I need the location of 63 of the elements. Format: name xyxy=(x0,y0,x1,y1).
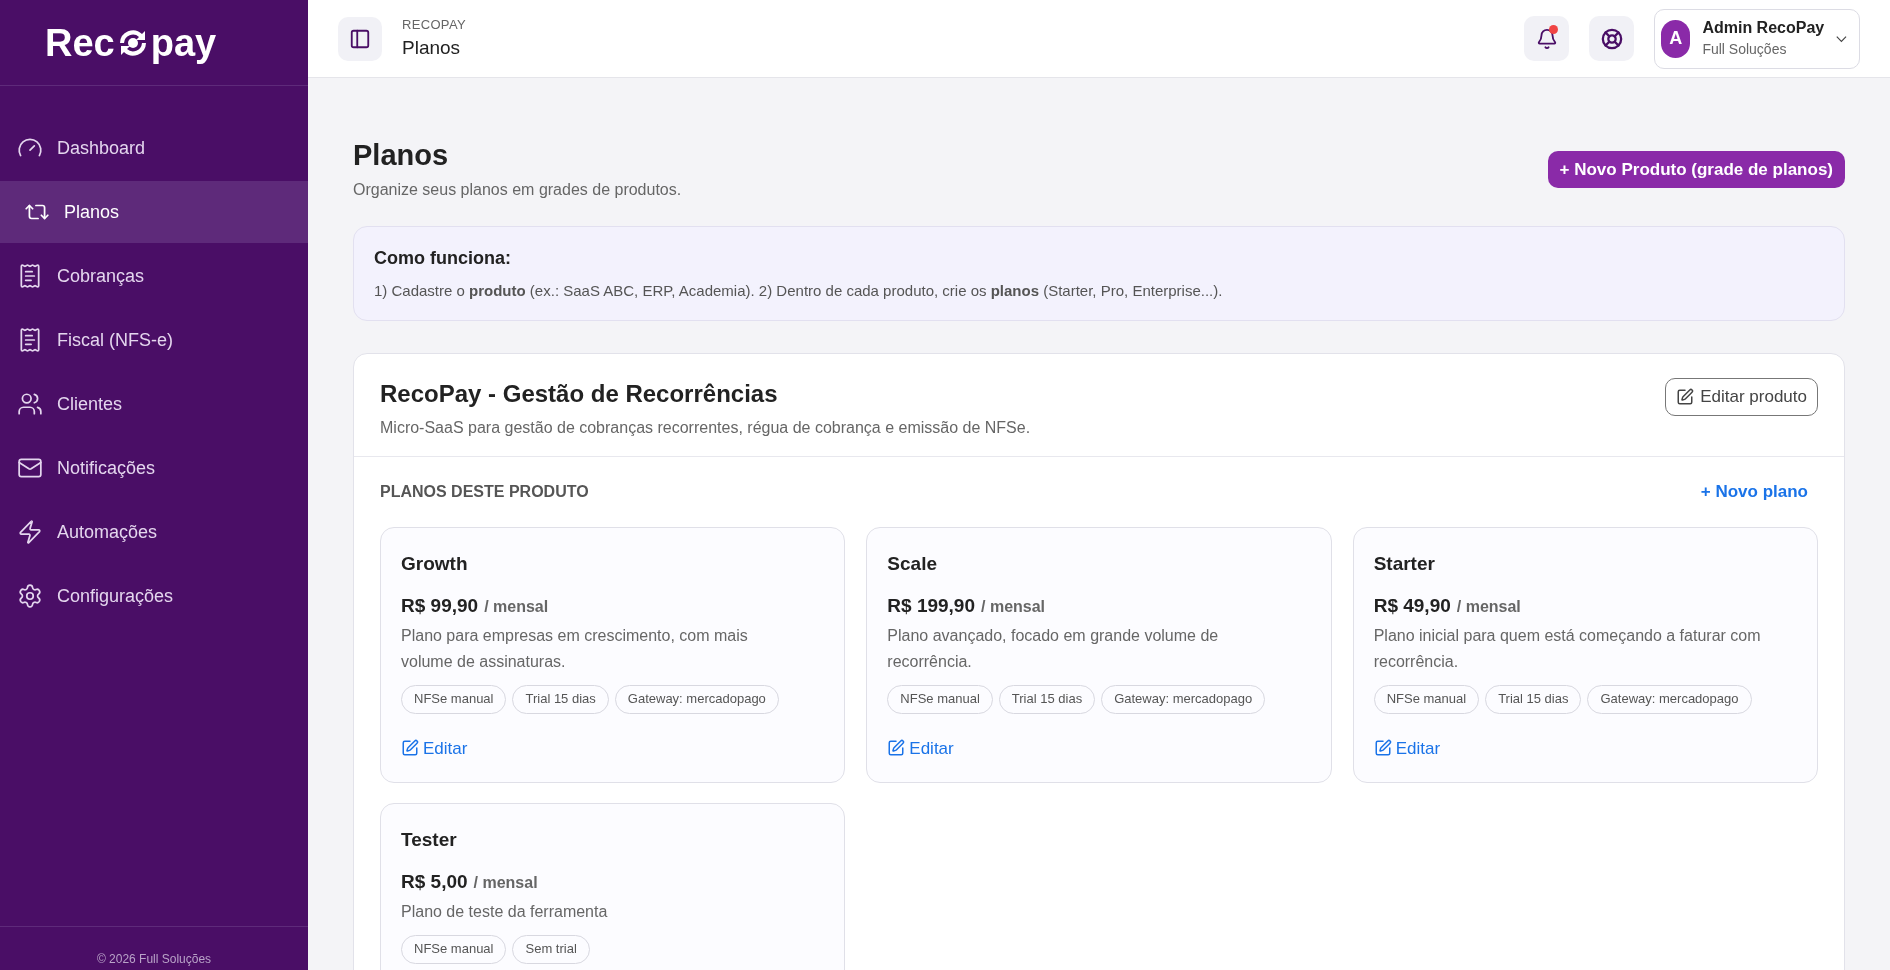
plan-price: R$ 5,00 xyxy=(401,870,468,894)
sidebar-toggle-icon xyxy=(349,27,371,50)
edit-product-button[interactable]: Editar produto xyxy=(1665,378,1818,416)
help-button[interactable] xyxy=(1589,16,1634,61)
new-plan-button[interactable]: + Novo plano xyxy=(1700,479,1808,505)
sidebar-item[interactable]: Dashboard xyxy=(0,117,308,179)
plan-description: Plano de teste da ferramenta xyxy=(401,901,609,922)
sidebar-item[interactable]: Configurações xyxy=(0,565,308,627)
plan-description: Plano avançado, focado em grande volume de recorrência. xyxy=(887,625,1220,672)
sidebar-item[interactable]: Planos xyxy=(0,181,308,243)
plan-period: / mensal xyxy=(1456,597,1521,617)
logo-text: pay xyxy=(150,23,217,62)
lifebuoy-icon xyxy=(1600,27,1623,50)
user-avatar: A xyxy=(1661,19,1691,58)
breadcrumb: RECOPAY xyxy=(402,15,466,34)
section-heading: PLANOS DESTE PRODUTO xyxy=(380,481,589,502)
sidebar-item[interactable]: Clientes xyxy=(0,373,308,435)
edit-plan-link[interactable]: Editar xyxy=(887,735,954,761)
plan-price: R$ 199,90 xyxy=(887,594,975,618)
lightning-icon xyxy=(17,519,43,545)
edit-icon xyxy=(1676,388,1695,406)
new-product-button[interactable]: + Novo Produto (grade de planos) xyxy=(1547,151,1845,188)
plan-description: Plano para empresas em crescimento, com mais volume de assinaturas. xyxy=(401,625,749,672)
product-description: Micro-SaaS para gestão de cobranças recorrentes, régua de cobrança e emissão de NFSe. xyxy=(380,418,1031,438)
sidebar-toggle-button[interactable] xyxy=(338,16,382,61)
plan-name: Growth xyxy=(401,551,469,576)
edit-icon xyxy=(1373,739,1392,758)
info-text: 1) Cadastre o produto (ex.: SaaS ABC, ERP, Academia). 2) Dentro de cada produto, crie os planos (Starter, Pro, Enterprise...). xyxy=(374,280,1224,301)
plan-period: / mensal xyxy=(473,873,538,893)
envelope-icon xyxy=(17,455,43,481)
edit-icon xyxy=(887,739,906,758)
user-menu-button[interactable]: A Admin RecoPay Full Soluções xyxy=(1654,8,1860,69)
sidebar-item[interactable]: Automações xyxy=(0,501,308,563)
chevron-down-icon xyxy=(1836,34,1847,43)
logo-text: Rec xyxy=(45,23,115,62)
receipt-icon xyxy=(17,263,43,289)
edit-plan-link[interactable]: Editar xyxy=(401,735,468,761)
plan-name: Scale xyxy=(887,551,938,576)
product-name: RecoPay - Gestão de Recorrências xyxy=(380,379,779,409)
plan-name: Starter xyxy=(1373,551,1436,576)
user-name: Admin RecoPay xyxy=(1702,18,1825,38)
edit-plan-link[interactable]: Editar xyxy=(1373,735,1441,761)
plan-price: R$ 49,90 xyxy=(1373,594,1451,618)
user-company: Full Soluções xyxy=(1702,40,1787,59)
plan-price: R$ 99,90 xyxy=(401,594,479,618)
page-title: Planos xyxy=(353,138,450,172)
plan-period: / mensal xyxy=(981,597,1046,617)
plan-period: / mensal xyxy=(484,597,549,617)
plan-description: Plano inicial para quem está começando a faturar com recorrência. xyxy=(1373,625,1762,672)
copyright-text: © 2026 Full Soluções xyxy=(96,951,212,968)
bell-icon xyxy=(1535,27,1558,50)
notifications-button[interactable] xyxy=(1524,16,1569,61)
sidebar-item[interactable]: Cobranças xyxy=(0,245,308,307)
info-title: Como funciona: xyxy=(374,246,512,270)
sidebar-item[interactable]: Fiscal (NFS-e) xyxy=(0,309,308,371)
receipt-icon xyxy=(17,327,43,353)
page-subtitle: Organize seus planos em grades de produtos. xyxy=(353,180,682,200)
plan-name: Tester xyxy=(401,827,458,852)
users-icon xyxy=(17,391,43,417)
settings-icon xyxy=(17,583,43,609)
edit-icon xyxy=(401,739,419,758)
sidebar-item[interactable]: Notificações xyxy=(0,437,308,499)
header-title: Planos xyxy=(402,36,462,60)
